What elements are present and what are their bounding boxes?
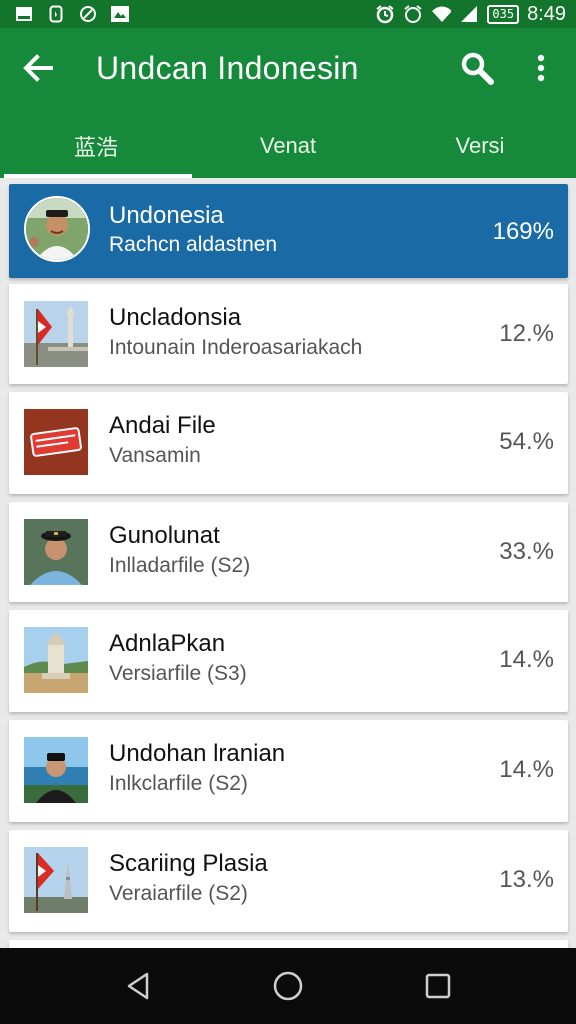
item-title: Uncladonsia [109,304,242,331]
person-lake-icon [24,737,88,803]
item-subtitle: Versiarfile (S3) [109,662,247,685]
clock: 8:49 [527,2,566,25]
sign-icon [24,409,88,475]
list-item[interactable]: Andai File Vansamin 54.% [9,392,568,494]
item-percent: 12.% [499,320,554,347]
battery-indicator: 035 [487,4,520,24]
recents-square-icon [425,973,451,999]
nav-home-button[interactable] [266,966,310,1006]
signal-icon [459,4,479,24]
item-subtitle: Intounain Inderoasariakach [109,336,363,359]
list-item[interactable]: Undohan lranian Inlkclarfile (S2) 14.% [9,720,568,822]
photo-icon [110,4,130,24]
item-title: Undonesia [109,202,224,229]
search-button[interactable] [458,48,496,88]
sim-icon [46,4,66,24]
app-bar: Undcan Indonesin 蓝浩 Venat Versi [0,28,576,178]
list-item[interactable]: Undonesia Rachcn aldastnen 169% [9,184,568,278]
overflow-menu-button[interactable] [526,48,556,88]
tab-venat[interactable]: Venat [192,114,384,178]
more-vert-icon [537,54,545,82]
officer-icon [24,519,88,585]
item-subtitle: Rachcn aldastnen [109,233,278,256]
nav-recents-button[interactable] [416,966,460,1006]
system-nav-bar [0,948,576,1024]
tab-bar: 蓝浩 Venat Versi [0,114,576,178]
alarm-icon [403,4,423,24]
arrow-left-icon [23,54,53,82]
item-percent: 13.% [499,866,554,893]
tab-label: 蓝浩 [73,135,118,160]
item-title: Undohan lranian [109,740,286,767]
item-subtitle: Inlkclarfile (S2) [109,772,248,795]
item-percent: 14.% [499,756,554,783]
item-percent: 14.% [499,646,554,673]
list-item[interactable]: Uncladonsia Intounain Inderoasariakach 1… [9,284,568,384]
alarm-icon [375,4,395,24]
list-item[interactable]: AdnlaPkan Versiarfile (S3) 14.% [9,610,568,712]
search-icon [461,52,494,85]
sync-icon [78,4,98,24]
item-subtitle: Inlladarfile (S2) [109,554,251,577]
back-button[interactable] [20,48,56,88]
nav-back-button[interactable] [116,966,160,1006]
list-item[interactable]: Scariing Plasia Veraiarfile (S2) 13.% [9,830,568,932]
back-triangle-icon [127,972,149,1000]
list-item[interactable]: Gunolunat Inlladarfile (S2) 33.% [9,502,568,602]
item-percent: 54.% [499,428,554,455]
image-icon [14,4,34,24]
item-title: Andai File [109,412,216,439]
item-percent: 169% [492,218,554,245]
page-title: Undcan Indonesin [96,50,359,86]
item-title: Scariing Plasia [109,850,268,877]
item-subtitle: Vansamin [109,444,201,467]
flag-tower-icon [24,847,88,913]
tab-label: Versi [455,133,505,158]
item-subtitle: Veraiarfile (S2) [109,882,248,905]
wifi-icon [431,4,452,24]
tab-first[interactable]: 蓝浩 [0,114,192,178]
status-bar: 035 8:49 [0,0,576,28]
tab-label: Venat [259,133,317,158]
home-circle-icon [273,971,303,1001]
item-title: Gunolunat [109,522,220,549]
tab-versi[interactable]: Versi [384,114,576,178]
item-title: AdnlaPkan [109,630,226,657]
temple-icon [24,627,88,693]
portrait-man-icon [24,196,90,262]
item-percent: 33.% [499,538,554,565]
flag-monument-icon [24,301,88,367]
